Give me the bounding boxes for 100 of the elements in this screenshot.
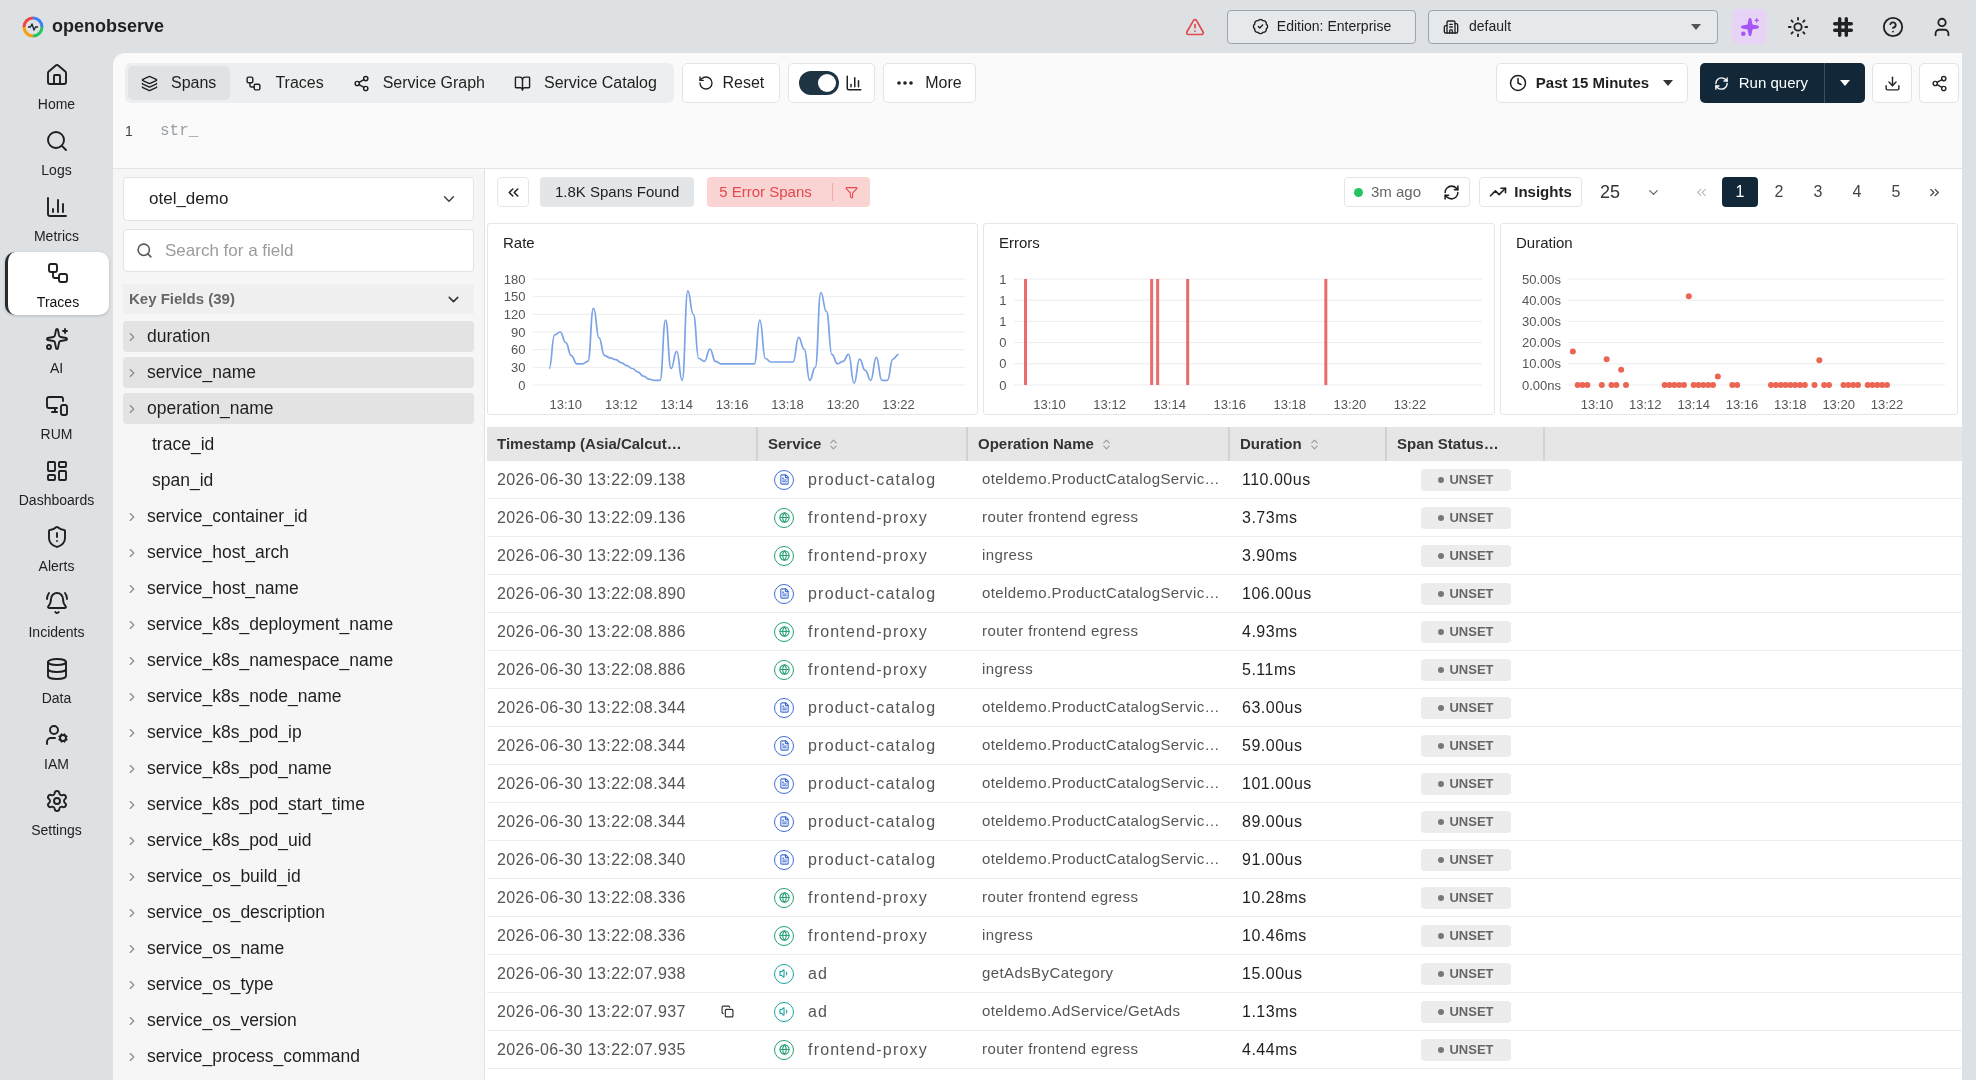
field-item[interactable]: service_os_description <box>123 897 474 928</box>
organization-select[interactable]: default <box>1428 9 1718 44</box>
field-group-header[interactable]: Key Fields (39) <box>123 284 474 314</box>
page-button[interactable]: 4 <box>1839 177 1875 207</box>
nav-item[interactable]: Metrics <box>4 186 109 249</box>
bar-chart-icon <box>44 195 69 219</box>
table-cell-text: 2026-06-30 13:22:07.938 <box>497 963 686 984</box>
status-text: UNSET <box>1449 1040 1494 1059</box>
filter-icon <box>844 185 858 199</box>
field-item[interactable]: operation_name <box>123 393 474 424</box>
nav-item[interactable]: Incidents <box>4 582 109 645</box>
refresh-icon[interactable] <box>1443 183 1460 201</box>
field-item[interactable]: service_os_build_id <box>123 861 474 892</box>
nav-item[interactable]: Traces <box>4 252 109 315</box>
service-name: ad <box>808 1001 829 1022</box>
nav-item[interactable]: Data <box>4 648 109 711</box>
stream-select[interactable]: otel_demo <box>123 177 474 221</box>
table-cell-text: 2026-06-30 13:22:08.890 <box>497 583 686 604</box>
axis-label: 0 <box>999 335 1007 351</box>
nav-item[interactable]: Alerts <box>4 516 109 579</box>
table-cell-text: 2026-06-30 13:22:08.886 <box>497 659 686 680</box>
house-icon <box>44 63 69 87</box>
field-item[interactable]: service_container_id <box>123 501 474 532</box>
sun-icon[interactable] <box>1787 15 1809 38</box>
status-text: UNSET <box>1449 736 1494 755</box>
search-field[interactable]: Search for a field <box>123 229 474 272</box>
edition-button[interactable]: Edition: Enterprise <box>1227 9 1416 44</box>
field-item[interactable]: service_host_name <box>123 573 474 604</box>
page-button[interactable]: 2 <box>1761 177 1797 207</box>
field-item[interactable]: duration <box>123 321 474 352</box>
sparkle-icon[interactable] <box>1732 9 1767 44</box>
chart-title: Duration <box>1516 232 1573 253</box>
nav-item[interactable]: AI <box>4 318 109 381</box>
download-button[interactable] <box>1872 63 1912 103</box>
time-range-select[interactable]: Past 15 Minutes <box>1495 63 1688 103</box>
axis-label: 13:18 <box>771 397 804 412</box>
view-tab[interactable]: Traces <box>232 66 338 100</box>
field-item[interactable]: service_os_version <box>123 1005 474 1036</box>
table-cell-text: 63.00us <box>1242 697 1303 718</box>
status-text: UNSET <box>1449 774 1494 793</box>
nav-item[interactable]: RUM <box>4 384 109 447</box>
copy-icon[interactable] <box>721 1005 734 1018</box>
bar-chart-icon <box>845 74 864 92</box>
table-cell-text: 2026-06-30 13:22:08.886 <box>497 621 686 642</box>
run-query-button[interactable]: Run query <box>1699 63 1824 103</box>
reset-button[interactable]: Reset <box>681 63 780 103</box>
view-tab[interactable]: Service Graph <box>339 66 499 100</box>
field-item[interactable]: service_os_name <box>123 933 474 964</box>
field-item[interactable]: service_k8s_pod_name <box>123 753 474 784</box>
share-icon <box>1930 74 1948 92</box>
axis-label: 13:14 <box>660 397 693 412</box>
service-name: product-catalog <box>808 773 937 794</box>
data-point <box>1685 293 1692 300</box>
axis-label: 0.00ns <box>1521 377 1561 393</box>
help-icon[interactable] <box>1882 15 1904 38</box>
more-button[interactable]: More <box>882 63 976 103</box>
query-text: str_ <box>160 122 199 140</box>
field-item[interactable]: service_k8s_namespace_name <box>123 645 474 676</box>
field-item[interactable]: service_k8s_node_name <box>123 681 474 712</box>
field-item[interactable]: service_host_arch <box>123 537 474 568</box>
view-tab[interactable]: Service Catalog <box>500 66 671 100</box>
field-item[interactable]: service_name <box>123 357 474 388</box>
nav-item[interactable]: IAM <box>4 714 109 777</box>
field-item[interactable]: span_id <box>123 465 474 496</box>
share-button[interactable] <box>1919 63 1959 103</box>
status-text: UNSET <box>1449 850 1494 869</box>
field-item[interactable]: trace_id <box>123 429 474 460</box>
field-item[interactable]: service_k8s_pod_start_time <box>123 789 474 820</box>
field-item[interactable]: service_process_command <box>123 1041 474 1072</box>
field-item[interactable]: service_k8s_pod_ip <box>123 717 474 748</box>
chart-toggle[interactable] <box>799 71 840 95</box>
badge-check-icon <box>1251 18 1269 35</box>
hash-icon[interactable] <box>1833 16 1853 37</box>
service-name: frontend-proxy <box>808 545 928 566</box>
nav-item[interactable]: Home <box>4 54 109 117</box>
page-button[interactable]: 1 <box>1722 177 1758 207</box>
nav-item[interactable]: Logs <box>4 120 109 183</box>
field-item[interactable]: service_k8s_pod_uid <box>123 825 474 856</box>
flowchart-icon <box>46 261 70 285</box>
status-text: UNSET <box>1449 964 1494 983</box>
axis-label: 10.00s <box>1521 356 1561 372</box>
nav-item[interactable]: Settings <box>4 780 109 843</box>
status-text: UNSET <box>1449 888 1494 907</box>
service-name: frontend-proxy <box>808 507 928 528</box>
field-item[interactable]: service_os_type <box>123 969 474 1000</box>
table-cell-text: 2026-06-30 13:22:07.935 <box>497 1039 686 1060</box>
page-button[interactable]: 5 <box>1878 177 1914 207</box>
warning-icon[interactable] <box>1185 16 1205 37</box>
page-button[interactable]: 3 <box>1800 177 1836 207</box>
axis-label: 13:22 <box>1393 397 1427 412</box>
insights-button[interactable]: Insights <box>1479 177 1582 207</box>
axis-label: 50.00s <box>1521 271 1561 287</box>
reset-icon <box>697 75 714 91</box>
nav-item[interactable]: Dashboards <box>4 450 109 513</box>
table-cell-text: oteldemo.ProductCatalogServic… <box>982 811 1220 832</box>
view-tab[interactable]: Spans <box>128 66 231 100</box>
collapse-button[interactable] <box>497 177 529 207</box>
status-text: UNSET <box>1449 698 1494 717</box>
service-name: frontend-proxy <box>808 621 928 642</box>
field-item[interactable]: service_k8s_deployment_name <box>123 609 474 640</box>
